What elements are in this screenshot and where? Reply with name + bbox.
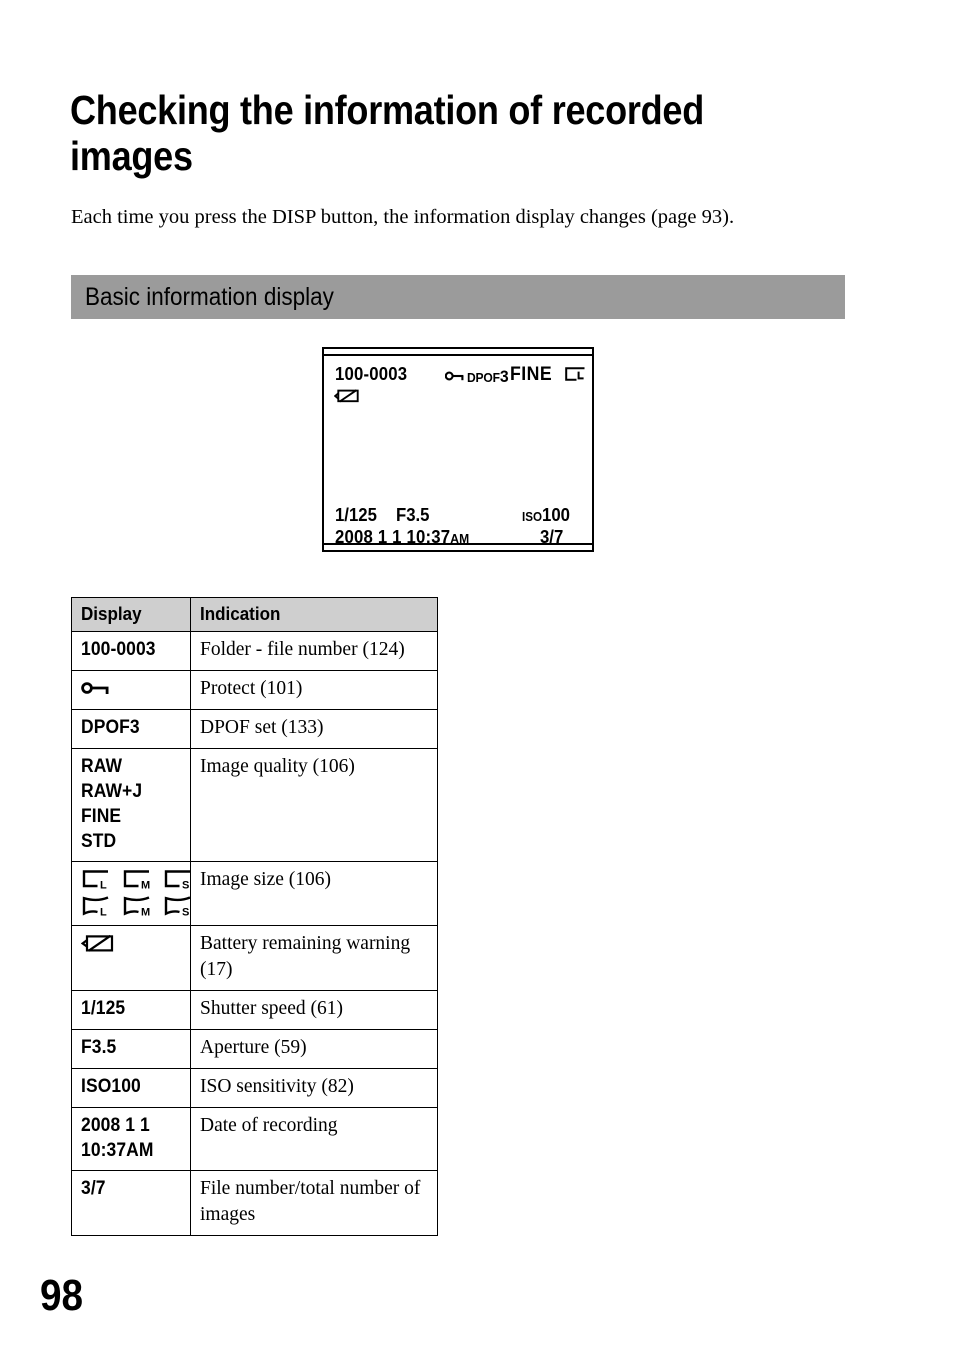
lcd-iso-sensitivity: ISO100 [522, 505, 570, 526]
cell-display: DPOF3 [71, 709, 191, 749]
lcd-iso-value: 100 [542, 505, 570, 525]
table-row: RAW RAW+J FINE STD Image quality (106) [71, 748, 438, 862]
cell-indication: Image size (106) [190, 861, 438, 926]
cell-indication: ISO sensitivity (82) [190, 1068, 438, 1108]
size-L-icon: L [81, 868, 113, 890]
cell-display: 100-0003 [71, 631, 191, 671]
lcd-dpof-indicator: DPOF3 [467, 367, 509, 387]
svg-text:S: S [182, 907, 189, 918]
display-value-line: STD [81, 831, 117, 852]
table-row: 2008 1 1 10:37AM Date of recording [71, 1107, 438, 1171]
cell-display: RAW RAW+J FINE STD [71, 748, 191, 862]
table-row: Protect (101) [71, 670, 438, 710]
display-value-line: DPOF3 [81, 717, 140, 738]
icon-row: LMS [81, 894, 191, 918]
battery-warning-icon [334, 388, 360, 404]
svg-text:L: L [100, 907, 107, 918]
display-value-line: ISO100 [81, 1076, 141, 1097]
display-value-line: 10:37AM [81, 1140, 154, 1161]
cell-display: L M S L M S [71, 861, 191, 926]
cell-display: ISO100 [71, 1068, 191, 1108]
size-wide-M-icon: M [122, 895, 154, 917]
display-value-line: F3.5 [81, 1037, 117, 1058]
cell-indication: Date of recording [190, 1107, 438, 1171]
size-L-icon [564, 366, 587, 382]
display-value-line: 1/125 [81, 998, 126, 1019]
table-row: L M S L M S Image size (106) [71, 861, 438, 926]
cell-indication: Image quality (106) [190, 748, 438, 862]
display-indication-table: Display Indication 100-0003 Folder - file… [71, 597, 438, 1236]
section-heading-bar: Basic information display [71, 275, 845, 319]
display-value-line: RAW+J [81, 781, 143, 802]
cell-display [71, 670, 191, 710]
display-value-line: RAW [81, 756, 123, 777]
svg-text:L: L [100, 880, 107, 891]
battery-warning-icon [81, 933, 115, 954]
cell-indication: Battery remaining warning (17) [190, 925, 438, 991]
icon-row [81, 676, 181, 700]
table-row: ISO100 ISO sensitivity (82) [71, 1068, 438, 1108]
lcd-dpof-label: DPOF [467, 370, 500, 385]
table-row: DPOF3 DPOF set (133) [71, 709, 438, 749]
icon-row: LMS [81, 867, 190, 891]
svg-text:S: S [182, 880, 189, 891]
display-value-line: 2008 1 1 [81, 1115, 150, 1136]
lcd-date-ampm: AM [450, 531, 470, 546]
cell-indication: Shutter speed (61) [190, 990, 438, 1030]
column-header-display: Display [71, 597, 191, 632]
icon-row [81, 931, 181, 955]
section-heading-label: Basic information display [85, 283, 334, 311]
key-icon [445, 370, 465, 382]
lcd-folder-file-number: 100-0003 [335, 364, 408, 384]
lcd-iso-label: ISO [522, 510, 543, 524]
key-icon [81, 680, 111, 696]
table-row: 3/7 File number/total number of images [71, 1170, 438, 1236]
cell-indication: DPOF set (133) [190, 709, 438, 749]
display-value-line: 3/7 [81, 1178, 106, 1199]
lcd-image-quality: FINE [510, 364, 553, 385]
lcd-date-value: 2008 1 1 10:37 [335, 527, 451, 547]
lcd-top-strip [324, 349, 592, 356]
table-row: 1/125 Shutter speed (61) [71, 990, 438, 1030]
lcd-date-of-recording: 2008 1 1 10:37AM [335, 527, 469, 548]
table-header-row: Display Indication [71, 597, 438, 632]
cell-display [71, 925, 191, 991]
cell-indication: Aperture (59) [190, 1029, 438, 1069]
lcd-aperture: F3.5 [396, 505, 430, 525]
cell-indication: Protect (101) [190, 670, 438, 710]
cell-display: 1/125 [71, 990, 191, 1030]
display-value-line: 100-0003 [81, 639, 156, 660]
cell-display: 3/7 [71, 1170, 191, 1236]
size-M-icon: M [122, 868, 154, 890]
column-header-indication: Indication [190, 597, 438, 632]
display-value-line: FINE [81, 806, 122, 827]
page-number: 98 [40, 1271, 84, 1320]
lcd-screen-illustration: 100-0003 DPOF3 FINE 1/125 F3.5 ISO100 20… [322, 347, 594, 552]
cell-display: 2008 1 1 10:37AM [71, 1107, 191, 1171]
size-wide-S-icon: S [163, 895, 195, 917]
table-row: 100-0003 Folder - file number (124) [71, 631, 438, 671]
svg-text:M: M [141, 907, 150, 918]
lcd-shutter-speed: 1/125 [335, 505, 377, 525]
lcd-dpof-number: 3 [499, 367, 509, 386]
size-S-icon: S [163, 868, 195, 890]
cell-display: F3.5 [71, 1029, 191, 1069]
cell-indication: Folder - file number (124) [190, 631, 438, 671]
lcd-file-index: 3/7 [540, 527, 564, 547]
cell-indication: File number/total number of images [190, 1170, 438, 1236]
intro-paragraph: Each time you press the DISP button, the… [71, 205, 735, 228]
page-title: Checking the information of recorded ima… [70, 87, 704, 180]
svg-text:M: M [141, 880, 150, 891]
table-row: Battery remaining warning (17) [71, 925, 438, 991]
table-row: F3.5 Aperture (59) [71, 1029, 438, 1069]
size-wide-L-icon: L [81, 895, 113, 917]
